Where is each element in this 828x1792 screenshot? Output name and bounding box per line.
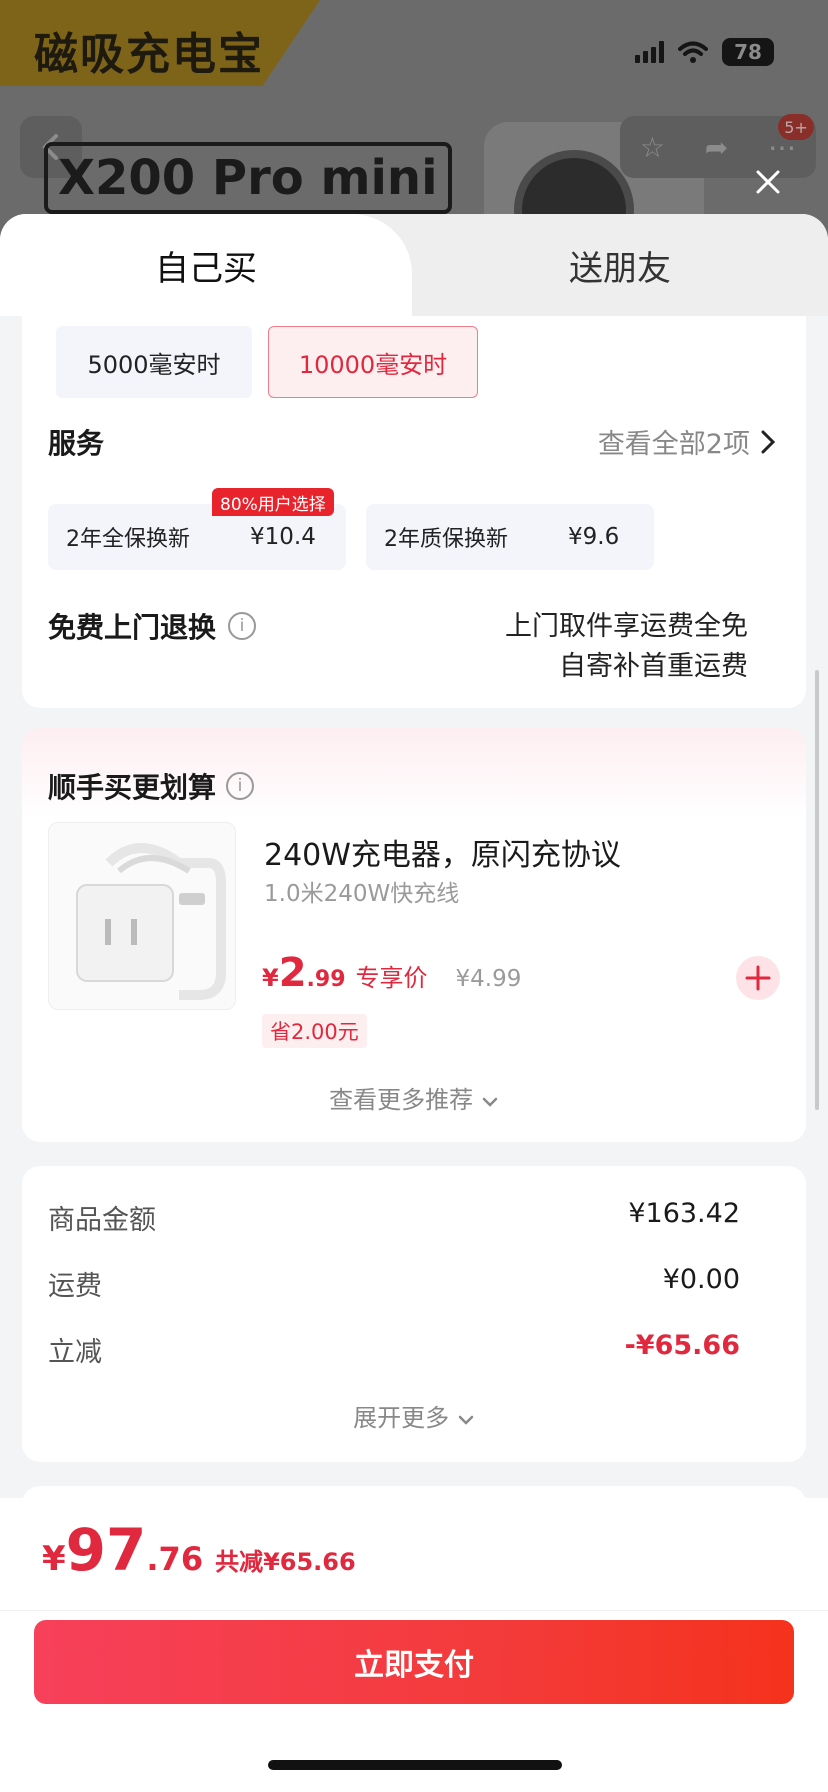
popular-choice-badge: 80%用户选择 (212, 488, 334, 516)
cellular-signal-icon (635, 41, 664, 63)
status-bar: 78 (635, 38, 774, 66)
free-return-title: 免费上门退换 i (48, 606, 257, 646)
bundle-card: 顺手买更划算 i 240W充电器，原闪充协议 1.0米240W快充线 ¥ 2 .… (22, 728, 806, 1142)
total-price: ¥ 97 .76 共减¥65.66 (42, 1516, 356, 1584)
bundle-product-price: ¥ 2 .99 专享价 ¥4.99 (262, 950, 521, 996)
tab-buy-self[interactable]: 自己买 (0, 214, 412, 316)
summary-value: ¥163.42 (628, 1198, 740, 1229)
expand-more-label: 展开更多 (353, 1404, 450, 1432)
bundle-title-label: 顺手买更划算 (48, 771, 217, 804)
product-model-label: X200 Pro mini (44, 142, 452, 214)
close-sheet-button[interactable] (746, 160, 790, 204)
bundle-product-subtitle: 1.0米240W快充线 (264, 881, 460, 907)
plus-icon (745, 965, 771, 991)
chevron-down-icon (482, 1097, 498, 1107)
service-option-price: ¥9.6 (568, 524, 620, 550)
scrollbar[interactable] (815, 670, 819, 1110)
service-option-warranty[interactable]: 2年质保换新 ¥9.6 (366, 504, 654, 570)
brand-title: 磁吸充电宝 (34, 29, 264, 80)
close-icon (756, 170, 780, 194)
bundle-product-name[interactable]: 240W充电器，原闪充协议 (264, 830, 621, 874)
total-saved: 共减¥65.66 (215, 1548, 356, 1576)
service-view-all-label: 查看全部2项 (597, 429, 750, 460)
pay-now-button[interactable]: 立即支付 (34, 1620, 794, 1704)
service-option-name: 2年全保换新 (66, 527, 190, 552)
price-currency: ¥ (262, 964, 279, 992)
info-icon[interactable]: i (228, 612, 257, 640)
wifi-icon (678, 41, 708, 63)
purchase-tabs: 送朋友 自己买 (0, 214, 828, 316)
price-decimal: .99 (306, 967, 346, 992)
summary-label: 立减 (48, 1337, 102, 1368)
notification-badge: 5+ (778, 114, 814, 140)
savings-badge: 省2.00元 (262, 1014, 367, 1048)
options-card: 5000毫安时 10000毫安时 服务 查看全部2项 2年全保换新 ¥10.4 … (22, 316, 806, 708)
total-decimal: .76 (146, 1540, 204, 1578)
divider (0, 1610, 828, 1611)
price-summary-card: 商品金额 ¥163.42 运费 ¥0.00 立减 -¥65.66 展开更多 (22, 1166, 806, 1462)
original-price: ¥4.99 (455, 966, 522, 992)
more-recommendations-link[interactable]: 查看更多推荐 (22, 1080, 806, 1115)
chevron-right-icon (761, 430, 776, 453)
share-icon[interactable]: ➦ (705, 131, 728, 164)
service-option-name: 2年质保换新 (384, 527, 508, 552)
expand-more-link[interactable]: 展开更多 (22, 1398, 806, 1433)
tab-gift-friend[interactable]: 送朋友 (412, 214, 828, 316)
star-icon[interactable]: ☆ (640, 131, 665, 164)
exclusive-price-label: 专享价 (355, 964, 428, 992)
return-policy-line2: 自寄补首重运费 (559, 651, 748, 682)
capacity-option-10000[interactable]: 10000毫安时 (268, 326, 478, 398)
summary-row-subtotal: 商品金额 ¥163.42 (48, 1198, 740, 1237)
bundle-title: 顺手买更划算 i (48, 766, 255, 806)
service-title: 服务 (48, 427, 105, 460)
summary-value: ¥0.00 (662, 1264, 740, 1295)
total-currency: ¥ (42, 1539, 66, 1579)
summary-row-shipping: 运费 ¥0.00 (48, 1264, 740, 1303)
add-bundle-item-button[interactable] (736, 956, 780, 1000)
charger-image (76, 843, 226, 1000)
info-icon[interactable]: i (226, 772, 255, 800)
more-recommendations-label: 查看更多推荐 (329, 1086, 474, 1114)
summary-label: 商品金额 (48, 1205, 156, 1236)
summary-value: -¥65.66 (624, 1330, 740, 1361)
capacity-option-5000[interactable]: 5000毫安时 (56, 326, 252, 398)
summary-label: 运费 (48, 1271, 102, 1302)
summary-row-discount: 立减 -¥65.66 (48, 1330, 740, 1369)
service-view-all-link[interactable]: 查看全部2项 (598, 422, 776, 461)
product-page-background: 磁吸充电宝 78 X200 Pro mini ☆ ➦ ⋯ 5+ (0, 0, 828, 250)
service-option-price: ¥10.4 (250, 524, 316, 550)
chevron-down-icon (458, 1415, 474, 1425)
battery-icon: 78 (722, 38, 774, 66)
total-integer: 97 (65, 1516, 147, 1584)
checkout-footer: ¥ 97 .76 共减¥65.66 立即支付 (0, 1498, 828, 1792)
charger-product-image[interactable] (48, 822, 236, 1010)
return-policy-line1: 上门取件享运费全免 (505, 611, 748, 642)
home-indicator (268, 1760, 562, 1770)
free-return-label: 免费上门退换 (48, 611, 217, 644)
price-integer: 2 (278, 950, 307, 996)
